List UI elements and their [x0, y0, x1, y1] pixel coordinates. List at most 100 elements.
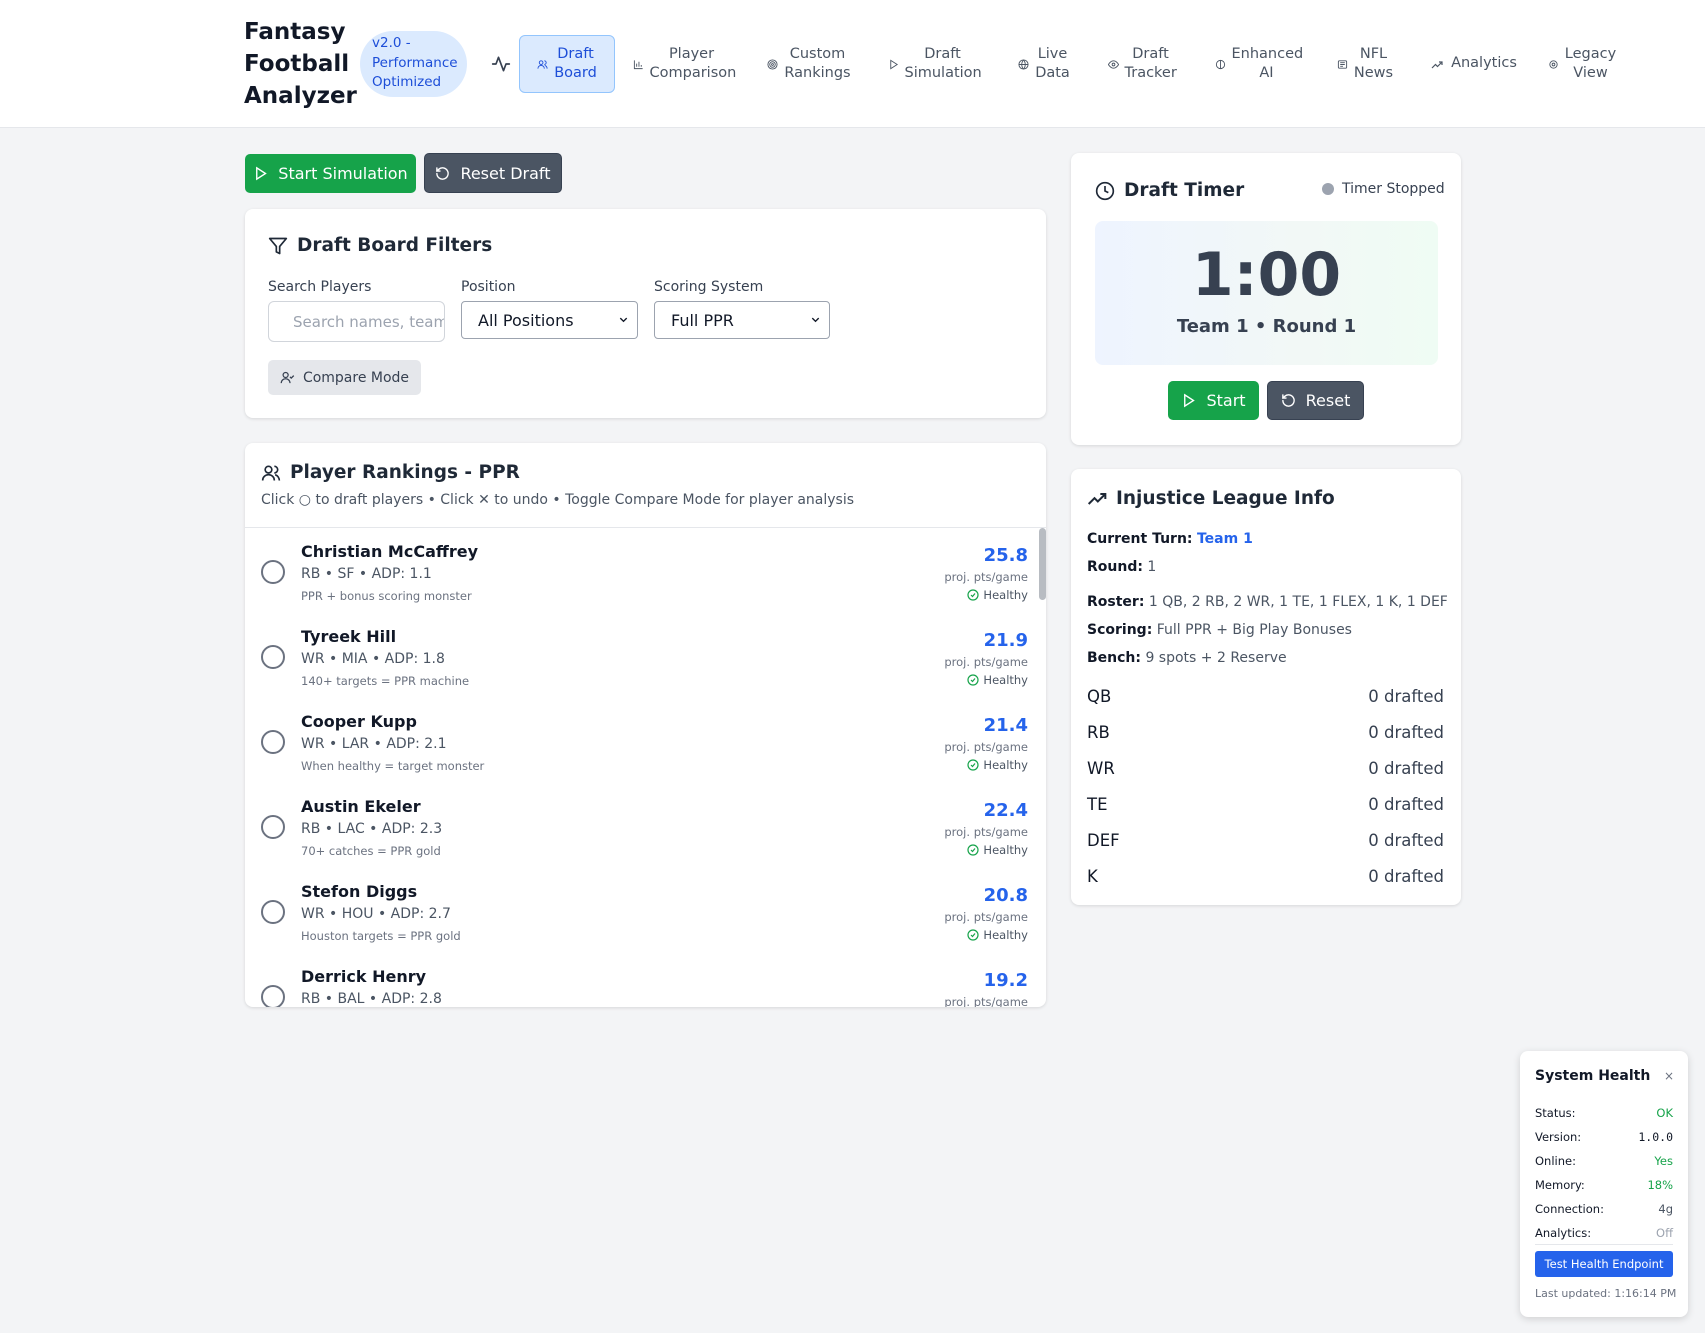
points-label: proj. pts/game	[944, 655, 1028, 669]
system-version-row: Version: 1.0.0	[1535, 1130, 1673, 1144]
player-name: Stefon Diggs	[301, 882, 418, 901]
health-status: Healthy	[967, 758, 1028, 772]
player-row[interactable]: Austin Ekeler RB • LAC • ADP: 2.3 70+ ca…	[245, 783, 1046, 868]
player-row[interactable]: Derrick Henry RB • BAL • ADP: 2.8 19.2 p…	[245, 953, 1046, 1007]
projected-points: 25.8	[983, 545, 1028, 566]
player-name: Derrick Henry	[301, 967, 427, 986]
settings-icon	[1548, 59, 1559, 70]
draft-radio[interactable]	[261, 730, 285, 754]
brain-icon	[1215, 59, 1226, 70]
draft-radio[interactable]	[261, 900, 285, 924]
filter-icon	[268, 237, 288, 254]
nav-tab-custom-rankings[interactable]: Custom Rankings	[764, 35, 854, 93]
close-icon[interactable]: ×	[1664, 1069, 1674, 1083]
chevron-down-icon	[619, 317, 628, 323]
search-input[interactable]: Search names, teams...	[268, 301, 445, 342]
nav-tab-draft-board[interactable]: Draft Board	[519, 35, 615, 93]
timer-start-button[interactable]: Start	[1168, 381, 1259, 420]
position-te: TE	[1087, 795, 1108, 814]
position-count: 0 drafted	[1368, 867, 1444, 886]
player-meta: WR • MIA • ADP: 1.8	[301, 651, 445, 667]
nav-label: Custom Rankings	[784, 45, 851, 82]
position-value: All Positions	[478, 310, 574, 330]
player-row[interactable]: Cooper Kupp WR • LAR • ADP: 2.1 When hea…	[245, 698, 1046, 783]
draft-radio[interactable]	[261, 560, 285, 584]
check-circle-icon	[967, 929, 980, 941]
draft-radio[interactable]	[261, 985, 285, 1007]
compare-mode-button[interactable]: Compare Mode	[268, 360, 421, 395]
row-value: 18%	[1647, 1178, 1673, 1192]
nav-tab-nfl-news[interactable]: NFL News	[1335, 35, 1395, 93]
nav-tab-player-comparison[interactable]: Player Comparison	[628, 35, 738, 93]
scoring-label: Scoring System	[654, 279, 764, 295]
list-scrollbar[interactable]	[1039, 528, 1046, 600]
player-note: Houston targets = PPR gold	[301, 929, 461, 943]
trending-up-icon	[1429, 59, 1445, 70]
top-navigation-bar: Fantasy Football Analyzer v2.0 - Perform…	[0, 0, 1705, 128]
player-meta: WR • LAR • ADP: 2.1	[301, 736, 447, 752]
nav-tab-enhanced-ai[interactable]: Enhanced AI	[1213, 35, 1303, 93]
player-row[interactable]: Stefon Diggs WR • HOU • ADP: 2.7 Houston…	[245, 868, 1046, 953]
health-text: Healthy	[983, 588, 1028, 602]
position-def: DEF	[1087, 831, 1120, 850]
position-label: Position	[461, 279, 516, 295]
nav-label: Legacy View	[1564, 45, 1617, 82]
reset-draft-button[interactable]: Reset Draft	[424, 153, 562, 193]
projected-points: 21.4	[983, 715, 1028, 736]
timer-countdown: 1:00	[1191, 240, 1342, 310]
reset-draft-label: Reset Draft	[460, 163, 551, 183]
player-note: When healthy = target monster	[301, 759, 485, 773]
row-value: Yes	[1654, 1154, 1673, 1168]
rankings-heading: Player Rankings - PPR	[261, 462, 520, 483]
check-circle-icon	[967, 589, 980, 601]
player-name: Austin Ekeler	[301, 797, 421, 816]
current-turn-value: Team 1	[1196, 531, 1253, 547]
nav-label: Analytics	[1451, 55, 1517, 72]
player-name: Christian McCaffrey	[301, 542, 478, 561]
position-qb: QB	[1087, 687, 1112, 706]
health-status: Healthy	[967, 588, 1028, 602]
row-label: Online:	[1535, 1154, 1576, 1168]
round-label: Round:	[1087, 559, 1143, 575]
draft-radio[interactable]	[261, 815, 285, 839]
system-health-title: System Health	[1535, 1068, 1651, 1084]
row-label: Status:	[1535, 1106, 1576, 1120]
league-heading: Injustice League Info	[1087, 488, 1335, 509]
nav-tab-analytics[interactable]: Analytics	[1428, 35, 1518, 93]
start-simulation-button[interactable]: Start Simulation	[245, 154, 416, 193]
health-status: Healthy	[967, 928, 1028, 942]
system-online-row: Online: Yes	[1535, 1154, 1673, 1168]
user-check-icon	[280, 371, 295, 384]
nav-tab-draft-simulation[interactable]: Draft Simulation	[886, 35, 982, 93]
draft-radio[interactable]	[261, 645, 285, 669]
position-select[interactable]: All Positions	[461, 301, 638, 339]
app-title: Fantasy Football Analyzer	[244, 19, 357, 109]
test-health-endpoint-button[interactable]: Test Health Endpoint	[1535, 1251, 1673, 1277]
timer-reset-button[interactable]: Reset	[1267, 381, 1364, 420]
system-health-panel: System Health × Status: OK Version: 1.0.…	[1520, 1051, 1688, 1317]
timer-status: Timer Stopped	[1322, 181, 1445, 197]
projected-points: 20.8	[983, 885, 1028, 906]
search-placeholder: Search names, teams...	[293, 312, 445, 331]
player-meta: RB • LAC • ADP: 2.3	[301, 821, 443, 837]
clock-icon	[1095, 181, 1115, 200]
bench-value: 9 spots + 2 Reserve	[1145, 650, 1287, 666]
player-row[interactable]: Christian McCaffrey RB • SF • ADP: 1.1 P…	[245, 528, 1046, 613]
player-row[interactable]: Tyreek Hill WR • MIA • ADP: 1.8 140+ tar…	[245, 613, 1046, 698]
player-note: PPR + bonus scoring monster	[301, 589, 472, 603]
points-label: proj. pts/game	[944, 570, 1028, 584]
player-name: Tyreek Hill	[301, 627, 397, 646]
globe-icon	[1017, 58, 1029, 70]
player-meta: RB • BAL • ADP: 2.8	[301, 991, 442, 1007]
scoring-select[interactable]: Full PPR	[654, 301, 830, 339]
roster-label: Roster:	[1087, 594, 1145, 610]
system-analytics-row: Analytics: Off	[1535, 1226, 1673, 1240]
version-badge: v2.0 - Performance Optimized	[360, 31, 467, 97]
nav-tab-legacy-view[interactable]: Legacy View	[1544, 35, 1620, 93]
player-meta: RB • SF • ADP: 1.1	[301, 566, 432, 582]
nav-tab-draft-tracker[interactable]: Draft Tracker	[1106, 35, 1178, 93]
nav-tab-live-data[interactable]: Live Data	[1016, 35, 1072, 93]
player-list[interactable]: Christian McCaffrey RB • SF • ADP: 1.1 P…	[245, 527, 1046, 1007]
round-value: 1	[1147, 559, 1157, 575]
player-note: 70+ catches = PPR gold	[301, 844, 441, 858]
